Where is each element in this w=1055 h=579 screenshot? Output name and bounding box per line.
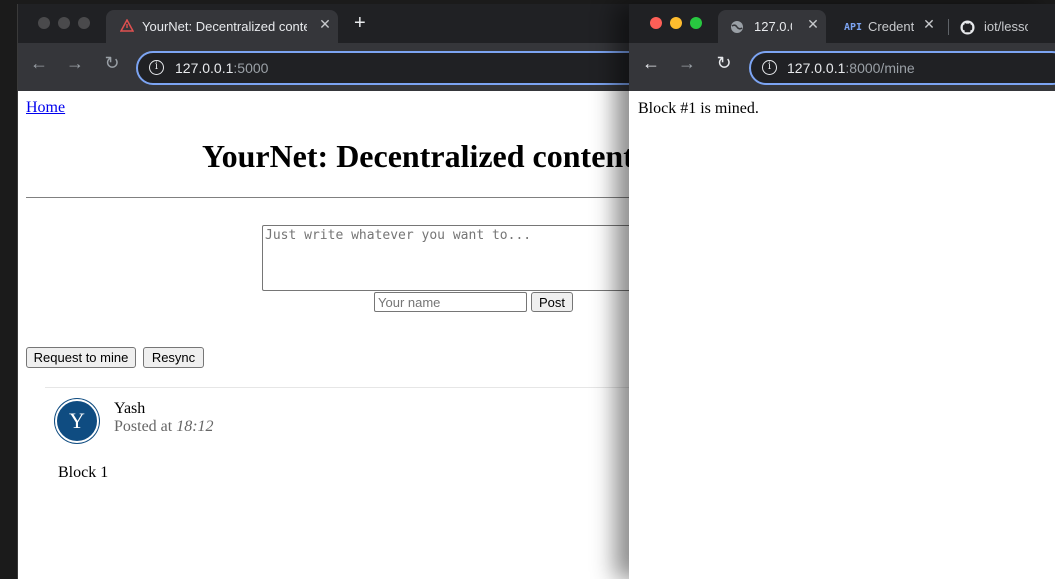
page-content: Home YourNet: Decentralized content Post… bbox=[18, 91, 657, 579]
post-card: Y Yash Posted at 18:12 Block 1 bbox=[45, 387, 657, 497]
post-content-textarea[interactable] bbox=[262, 225, 657, 291]
page-title: YourNet: Decentralized content bbox=[202, 138, 634, 174]
forward-arrow-icon[interactable]: → bbox=[676, 53, 698, 74]
browser-window-left: YourNet: Decentralized content ✕ + ← → ↻… bbox=[17, 4, 657, 579]
tab-divider bbox=[948, 19, 949, 35]
address-url: 127.0.0.1:5000 bbox=[175, 60, 269, 76]
home-link[interactable]: Home bbox=[26, 99, 65, 117]
reload-icon[interactable]: ↻ bbox=[713, 53, 735, 74]
forward-arrow-icon[interactable]: → bbox=[64, 53, 86, 74]
api-favicon-icon: API bbox=[844, 22, 863, 33]
github-icon bbox=[960, 20, 975, 35]
minimize-window-button[interactable] bbox=[670, 17, 682, 29]
back-arrow-icon[interactable]: ← bbox=[640, 53, 662, 74]
resync-button[interactable]: Resync bbox=[143, 347, 204, 368]
close-window-button[interactable] bbox=[650, 17, 662, 29]
back-arrow-icon[interactable]: ← bbox=[28, 53, 50, 74]
globe-icon bbox=[730, 20, 744, 34]
post-button[interactable]: Post bbox=[531, 292, 573, 312]
tab-github[interactable]: iot/lessons bbox=[954, 10, 1055, 43]
close-window-button[interactable] bbox=[38, 17, 50, 29]
tab-yournet[interactable]: YourNet: Decentralized content ✕ bbox=[106, 10, 338, 43]
browser-window-right: 127.0.0.1 ✕ API Credentials ✕ iot/lesson… bbox=[629, 4, 1055, 579]
request-to-mine-button[interactable]: Request to mine bbox=[26, 347, 136, 368]
post-body: Block 1 bbox=[58, 464, 109, 481]
new-tab-button[interactable]: + bbox=[354, 12, 366, 35]
maximize-window-button[interactable] bbox=[690, 17, 702, 29]
site-info-icon[interactable]: i bbox=[149, 60, 164, 75]
address-bar[interactable]: i 127.0.0.1:5000 bbox=[136, 51, 657, 85]
maximize-window-button[interactable] bbox=[78, 17, 90, 29]
avatar: Y bbox=[55, 399, 99, 443]
address-bar[interactable]: i 127.0.0.1:8000/mine bbox=[749, 51, 1055, 85]
tab-localhost-mine[interactable]: 127.0.0.1 ✕ bbox=[718, 10, 826, 43]
close-tab-icon[interactable]: ✕ bbox=[805, 16, 821, 33]
site-info-icon[interactable]: i bbox=[762, 60, 777, 75]
tab-title: YourNet: Decentralized content bbox=[142, 19, 307, 34]
minimize-window-button[interactable] bbox=[58, 17, 70, 29]
warning-favicon-icon bbox=[119, 18, 135, 33]
tab-title: 127.0.0.1 bbox=[754, 19, 792, 34]
tab-credentials[interactable]: API Credentials ✕ bbox=[834, 10, 944, 43]
page-content: Block #1 is mined. bbox=[629, 91, 1055, 579]
title-bar: YourNet: Decentralized content ✕ + bbox=[18, 4, 657, 43]
close-tab-icon[interactable]: ✕ bbox=[921, 16, 937, 33]
avatar-letter: Y bbox=[69, 408, 85, 433]
post-timestamp: Posted at 18:12 bbox=[114, 418, 214, 435]
divider bbox=[26, 197, 657, 198]
reload-icon[interactable]: ↻ bbox=[101, 53, 123, 74]
close-tab-icon[interactable]: ✕ bbox=[317, 16, 333, 33]
post-author: Yash bbox=[114, 400, 146, 417]
author-name-input[interactable] bbox=[374, 292, 527, 312]
mine-result-text: Block #1 is mined. bbox=[638, 100, 759, 117]
title-bar: 127.0.0.1 ✕ API Credentials ✕ iot/lesson… bbox=[629, 4, 1055, 43]
tab-title: Credentials bbox=[868, 19, 914, 34]
tab-title: iot/lessons bbox=[984, 19, 1028, 34]
address-url: 127.0.0.1:8000/mine bbox=[787, 60, 915, 76]
